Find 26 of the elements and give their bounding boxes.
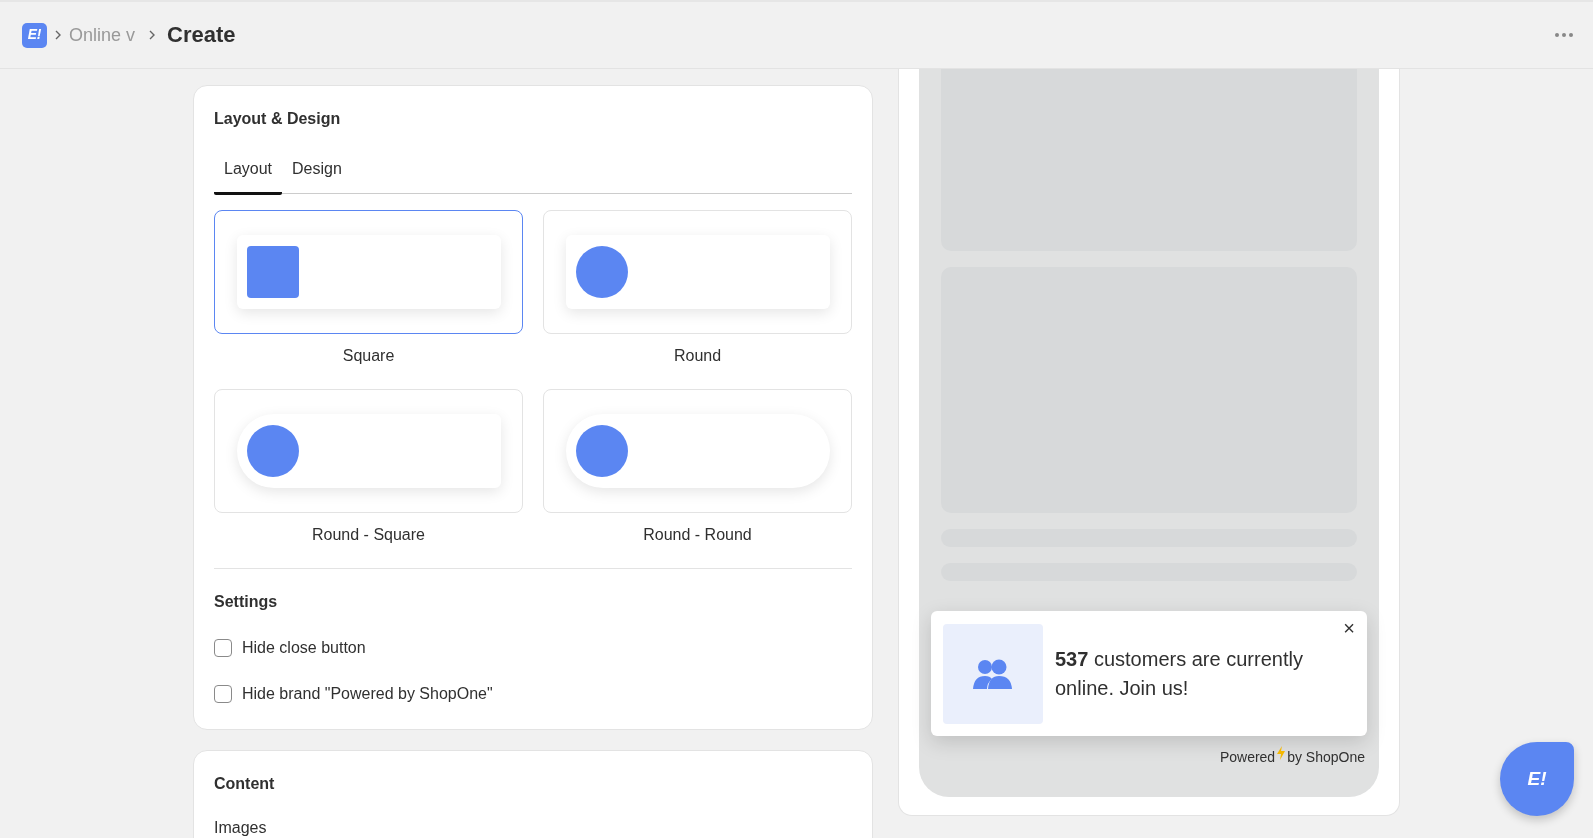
card-title: Content: [214, 775, 276, 793]
option-label: Round: [673, 347, 722, 365]
option-label: Round - Square: [312, 526, 425, 544]
checkbox-label: Hide close button: [242, 639, 366, 657]
option-label: Square: [342, 347, 395, 365]
checkbox-label: Hide brand "Powered by ShopOne": [242, 685, 493, 703]
brand-text: by ShopOne: [1287, 749, 1365, 765]
section-title: Settings: [214, 593, 279, 611]
powered-text: Powered: [1219, 749, 1276, 765]
option-label: Round - Round: [643, 526, 752, 544]
logo-icon: E!: [22, 22, 47, 48]
field-label: Images: [214, 819, 268, 837]
notification-text: 537 customers are currently online. Join us!: [1055, 646, 1304, 701]
page-title: Create: [167, 22, 236, 48]
close-button[interactable]: ×: [1343, 617, 1355, 640]
card-title: Layout & Design: [214, 110, 342, 128]
chevron-icon: [55, 30, 61, 40]
tab[interactable]: Layout: [214, 152, 283, 195]
more-icon[interactable]: [1555, 33, 1573, 37]
tab[interactable]: Design: [282, 152, 352, 195]
lightning-icon: [1277, 746, 1286, 760]
layout-option[interactable]: [214, 210, 523, 334]
chevron-icon: [149, 30, 156, 40]
checkbox[interactable]: [214, 639, 232, 657]
checkbox[interactable]: [214, 685, 232, 703]
users-icon: [973, 658, 1013, 689]
